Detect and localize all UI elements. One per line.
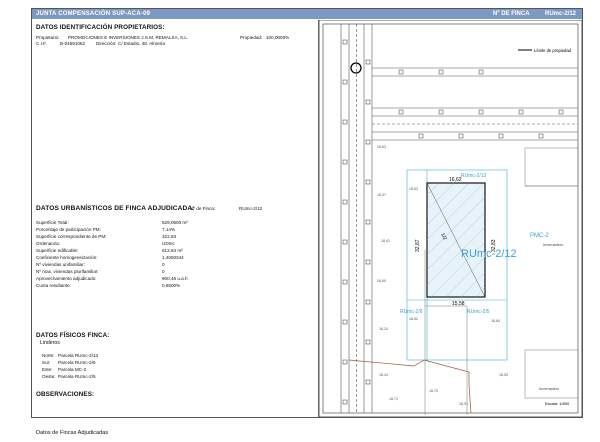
document-sheet: JUNTA COMPENSACIÓN SUP-ACA-09 Nº DE FINC… bbox=[31, 8, 583, 418]
north-parcel-label: RUmc-2/13 bbox=[461, 173, 487, 179]
urban-row-value: 322,83 bbox=[162, 234, 177, 239]
urban-row-label: Coeficiente homogeneización: bbox=[36, 255, 98, 260]
owners-heading: DATOS IDENTIFICACIÓN PROPIETARIOS: bbox=[36, 24, 165, 31]
lindero-value: Parcela RUmc-2/13 bbox=[58, 353, 99, 358]
elevation-label: 18,53 bbox=[499, 373, 508, 377]
lindero-label: Oeste: bbox=[42, 374, 56, 379]
plan-map: Límite de propiedad RUmc-2/12 RUmc-2/13 … bbox=[318, 19, 583, 418]
urban-row-label: Porcentaje de participación PM: bbox=[36, 227, 101, 232]
elevation-label: 18,37 bbox=[377, 193, 386, 197]
scale-label: Escala: 1/500 bbox=[545, 401, 570, 406]
se-note: Invernadero bbox=[539, 387, 559, 391]
east-note: Invernadero bbox=[543, 243, 563, 247]
urban-row-label: Superficie correspondiente de PM: bbox=[36, 234, 107, 239]
urban-row-label: Cuota resultante: bbox=[36, 283, 71, 288]
banner-title: JUNTA COMPENSACIÓN SUP-ACA-09 bbox=[36, 11, 151, 17]
cadastral-plan: Límite de propiedad RUmc-2/12 RUmc-2/13 … bbox=[318, 19, 583, 418]
cif-value: B-04591062 bbox=[60, 41, 86, 46]
elevation-label: 18,71 bbox=[389, 397, 398, 401]
parcel-label: RUmc-2/12 bbox=[461, 248, 517, 260]
owner-label: Propietario: bbox=[36, 35, 60, 40]
urban-row-value: 0 bbox=[162, 269, 165, 274]
cif-label: C.I.F. bbox=[36, 41, 47, 46]
observaciones-heading: OBSERVACIONES: bbox=[36, 391, 95, 398]
urban-row-value: 0,6500% bbox=[162, 283, 181, 288]
elevation-label: 18,43 bbox=[379, 373, 388, 377]
urban-row-label: Ordenanza: bbox=[36, 241, 61, 246]
footer-caption: Datos de Fincas Adjudicadas bbox=[36, 430, 109, 436]
lindero-label: Este: bbox=[42, 367, 53, 372]
urban-row-label: Superficie edificable: bbox=[36, 248, 79, 253]
south-right-parcel-label: RUmc-2/5 bbox=[467, 309, 490, 315]
address-label: Dirección: bbox=[96, 41, 117, 46]
urban-row-value: 529,0500 m² bbox=[162, 220, 188, 225]
banner-finca-value: RUmc-2/12 bbox=[544, 11, 576, 17]
share-label: Propiedad: bbox=[240, 35, 263, 40]
urban-row-label: Aprovechamiento adjudicado: bbox=[36, 276, 97, 281]
elevation-label: 18,64 bbox=[491, 319, 500, 323]
urban-row-value: 0 bbox=[162, 262, 165, 267]
physical-heading: DATOS FÍSICOS FINCA: bbox=[36, 332, 110, 339]
dim-right: 32,83 bbox=[491, 239, 497, 252]
dim-top: 16,62 bbox=[449, 177, 462, 183]
urban-row-value: 1,4650344 bbox=[162, 255, 184, 260]
urban-row-label: Nº viviendas unifamiliar: bbox=[36, 262, 85, 267]
urban-row-label: Superficie Total: bbox=[36, 220, 69, 225]
elevation-label: 18,91 bbox=[459, 402, 468, 406]
urban-finca-label: Nº de Finca: bbox=[190, 206, 216, 211]
elevation-label: 18,53 bbox=[409, 187, 418, 191]
elevation-label: 18,52 bbox=[409, 317, 418, 321]
south-left-parcel-label: RUmc-2/6 bbox=[400, 309, 423, 315]
data-panel: DATOS IDENTIFICACIÓN PROPIETARIOS: Propi… bbox=[32, 20, 319, 417]
dim-bottom: 15,58 bbox=[452, 301, 465, 307]
elevation-label: 18,63 bbox=[377, 145, 386, 149]
linderos-label: Linderos bbox=[40, 340, 60, 346]
lindero-value: Parcela RUmc-2/6 bbox=[58, 360, 96, 365]
banner-finca-label: Nº DE FINCA bbox=[493, 11, 530, 17]
urban-row-value: UDmc bbox=[162, 241, 175, 246]
urban-heading: DATOS URBANÍSTICOS DE FINCA ADJUDICADA: bbox=[36, 205, 195, 212]
banner-finca: Nº DE FINCA RUmc-2/12 bbox=[479, 9, 576, 19]
lindero-value: Parcela MC-2 bbox=[58, 367, 87, 372]
urban-finca-value: RUmc-2/12 bbox=[239, 206, 263, 211]
address-value: C/ Estadio, 48. Almería bbox=[118, 41, 165, 46]
share-value: 100,0000% bbox=[266, 35, 290, 40]
elevation-label: 18,70 bbox=[429, 389, 438, 393]
elevation-label: 18,60 bbox=[377, 279, 386, 283]
urban-row-value: 613,84 m² bbox=[162, 248, 183, 253]
legend-label: Límite de propiedad bbox=[534, 48, 572, 53]
urban-row-value: 900,46 u.a.h bbox=[162, 276, 188, 281]
east-parcel-label: PMC-2 bbox=[530, 233, 549, 239]
urban-row-label: Nº max. viviendas plurifamiliar: bbox=[36, 269, 99, 274]
dim-left: 32,87 bbox=[415, 239, 421, 252]
lindero-label: Norte: bbox=[42, 353, 55, 358]
owner-value: PROMOCIONES E INVERSIONES J.S.M. REMALSA… bbox=[68, 35, 189, 40]
lindero-label: Sur: bbox=[42, 360, 51, 365]
elevation-label: 18,24 bbox=[379, 327, 388, 331]
elevation-label: 18,41 bbox=[381, 239, 390, 243]
lindero-value: Parcela RUmc-2/5 bbox=[58, 374, 96, 379]
urban-row-value: 7,14% bbox=[162, 227, 176, 232]
header-banner: JUNTA COMPENSACIÓN SUP-ACA-09 Nº DE FINC… bbox=[32, 9, 582, 19]
